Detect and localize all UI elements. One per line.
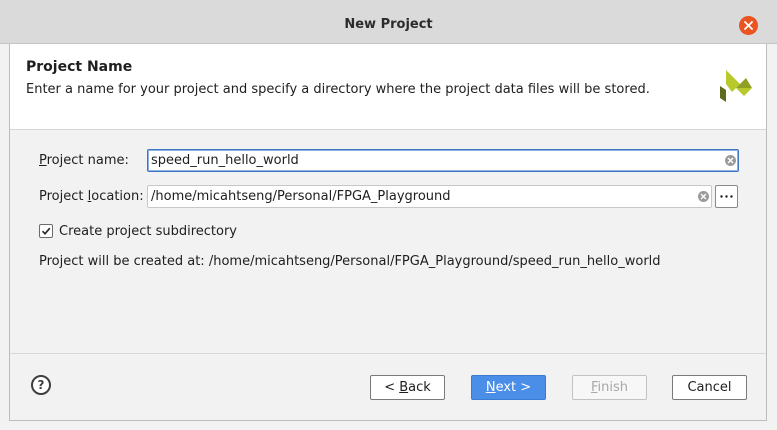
- create-subdirectory-label[interactable]: Create project subdirectory: [59, 224, 237, 239]
- project-name-label-text: roject name:: [46, 153, 129, 168]
- back-button[interactable]: < Back: [370, 375, 445, 400]
- close-icon: [744, 21, 753, 30]
- created-at-path: /home/micahtseng/Personal/FPGA_Playgroun…: [208, 254, 661, 269]
- back-button-text: ack: [408, 380, 431, 395]
- vivado-logo-icon: [720, 70, 752, 102]
- window-title: New Project: [344, 17, 433, 32]
- page-title: Project Name: [26, 59, 133, 75]
- new-project-dialog: Project Name Enter a name for your proje…: [9, 44, 767, 421]
- project-name-value: speed_run_hello_world: [151, 153, 299, 168]
- footer-divider: [10, 353, 766, 354]
- wizard-header: Project Name Enter a name for your proje…: [10, 44, 766, 130]
- project-name-label-mnemonic: P: [39, 153, 47, 168]
- created-at-text: Project will be created at: /home/micaht…: [39, 254, 661, 269]
- next-button-text: ext >: [495, 380, 532, 395]
- project-location-label-prefix: Project: [39, 189, 88, 204]
- back-button-mnemonic: B: [399, 380, 409, 395]
- project-name-label: Project name:: [39, 153, 129, 168]
- close-button[interactable]: [739, 16, 758, 35]
- help-button[interactable]: ?: [31, 375, 51, 395]
- browse-location-button[interactable]: [715, 185, 738, 208]
- cancel-button[interactable]: Cancel: [672, 375, 747, 400]
- next-button-mnemonic: N: [485, 380, 496, 395]
- checkmark-icon: [41, 227, 51, 235]
- help-icon: ?: [37, 378, 45, 392]
- project-location-label-suffix: ocation:: [91, 189, 144, 204]
- more-icon: [720, 195, 733, 198]
- project-name-field[interactable]: speed_run_hello_world: [147, 149, 739, 172]
- title-bar: New Project: [0, 0, 777, 44]
- next-button[interactable]: Next >: [471, 375, 546, 400]
- clear-name-icon[interactable]: [725, 155, 736, 166]
- page-description: Enter a name for your project and specif…: [26, 82, 650, 97]
- project-location-label: Project location:: [39, 189, 144, 204]
- finish-button[interactable]: Finish: [572, 375, 647, 400]
- finish-button-text: inish: [597, 380, 629, 395]
- clear-location-icon[interactable]: [698, 191, 709, 202]
- back-button-prefix: <: [384, 380, 400, 395]
- project-location-value: /home/micahtseng/Personal/FPGA_Playgroun…: [151, 189, 451, 204]
- project-location-field[interactable]: /home/micahtseng/Personal/FPGA_Playgroun…: [147, 185, 712, 208]
- created-at-label: Project will be created at:: [39, 254, 205, 269]
- create-subdirectory-checkbox[interactable]: [39, 224, 53, 238]
